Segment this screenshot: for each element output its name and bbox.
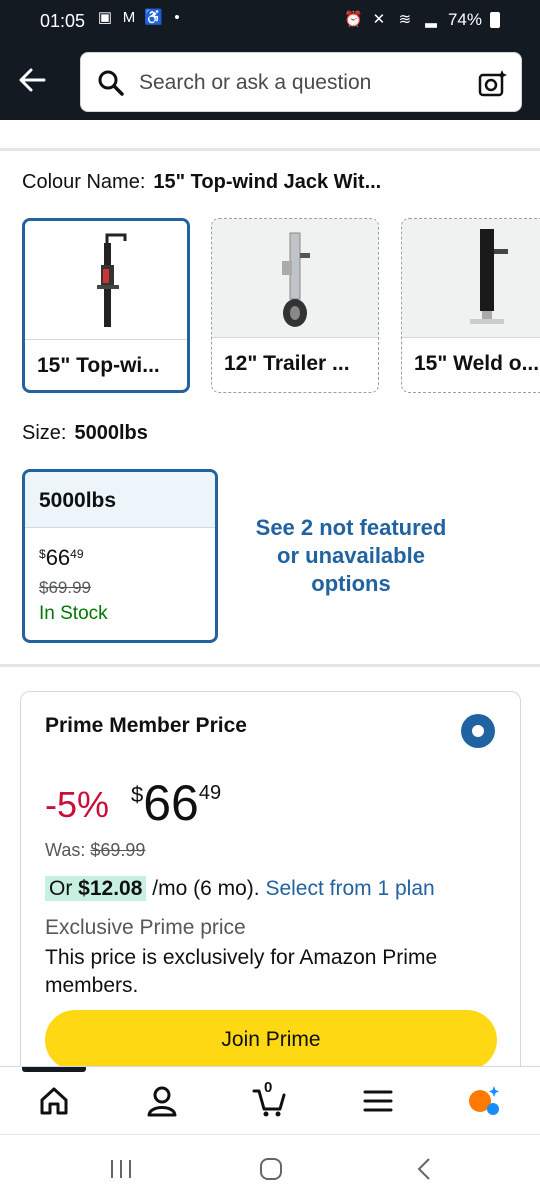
colour-name-row: Colour Name: 15" Top-wind Jack Wit... [22,171,381,194]
camera-search-icon[interactable] [477,67,509,99]
cart-count: 0 [264,1079,273,1096]
discount-percent: -5% [45,784,110,825]
exclusive-price-title: Exclusive Prime price [45,916,246,939]
divider [0,148,540,151]
size-value: 5000lbs [74,422,148,444]
wifi-icon: ≋ [398,11,412,28]
system-back-icon[interactable] [412,1157,438,1181]
weld-jack-image-icon [470,229,508,324]
bottom-nav: 0 [0,1066,540,1134]
join-prime-button[interactable]: Join Prime [45,1010,497,1070]
see-unavailable-options-link[interactable]: See 2 not featured or unavailable option… [246,514,456,598]
prime-price-title: Prime Member Price [45,714,247,737]
colour-option-label: 12" Trailer ... [224,352,350,375]
jack-image-icon [97,233,127,327]
home-icon[interactable] [36,1083,72,1119]
battery-icon [490,12,500,28]
search-header: Search or ask a question [0,44,540,120]
battery-level: 74% [447,10,482,29]
installment-plan: Or $12.08 /mo (6 mo). Select from 1 plan [45,876,435,901]
colour-option-label: 15" Top-wi... [37,354,160,377]
colour-option-label: 15" Weld o... [414,352,540,375]
rufus-assistant-icon[interactable] [466,1083,502,1119]
jack-wheel-image-icon [282,232,310,327]
search-placeholder: Search or ask a question [139,71,372,94]
status-time: 01:05 [40,11,86,31]
colour-option-top-wind[interactable]: 15" Top-wi... [22,218,190,393]
prime-price-radio[interactable] [461,714,495,748]
size-option-label: 5000lbs [39,489,117,512]
product-image [212,219,378,337]
prime-price: $6649 [131,775,222,831]
recent-apps-icon[interactable] [108,1157,134,1181]
colour-option-15-weld[interactable]: 15" Weld o... [401,218,540,393]
mute-icon: ✕ [372,11,386,28]
size-label: Size: [22,422,67,444]
stock-status: In Stock [39,603,108,624]
accessibility-icon: ♿ [144,9,163,26]
colour-name-value: 15" Top-wind Jack Wit... [153,171,382,193]
gallery-icon: ▣ [97,9,113,26]
account-icon[interactable] [144,1083,180,1119]
size-option-5000lbs[interactable]: 5000lbs $6649 $69.99 In Stock [22,469,218,643]
size-row: Size: 5000lbs [22,422,148,445]
system-nav-bar [0,1134,540,1200]
search-icon [98,70,124,96]
signal-icon: ▂ [425,11,437,28]
exclusive-price-text: This price is exclusively for Amazon Pri… [45,946,438,997]
size-option-price: $6649 [39,545,84,570]
colour-name-label: Colour Name: [22,171,146,193]
divider [0,664,540,667]
home-button-icon[interactable] [258,1157,284,1181]
was-price: Was: $69.99 [45,840,146,860]
colour-option-12-trailer[interactable]: 12" Trailer ... [211,218,379,393]
search-input[interactable]: Search or ask a question [80,52,522,112]
active-tab-indicator [22,1067,86,1072]
size-option-was-price: $69.99 [39,578,91,597]
prime-price-card[interactable]: Prime Member Price -5% $6649 Was: $69.99… [20,691,521,1091]
cart-button[interactable]: 0 [252,1079,288,1119]
product-image [402,219,540,337]
dot-icon: • [174,9,180,26]
select-plan-link[interactable]: Select from 1 plan [265,877,434,900]
menu-icon[interactable] [360,1083,396,1119]
alarm-icon: ⏰ [343,11,363,28]
back-arrow-icon[interactable] [14,62,50,98]
mail-icon: M [122,9,136,26]
product-image [25,221,187,339]
status-bar: 01:05 ▣ M ♿ • ⏰ ✕ ≋ ▂ 74% [0,0,540,44]
